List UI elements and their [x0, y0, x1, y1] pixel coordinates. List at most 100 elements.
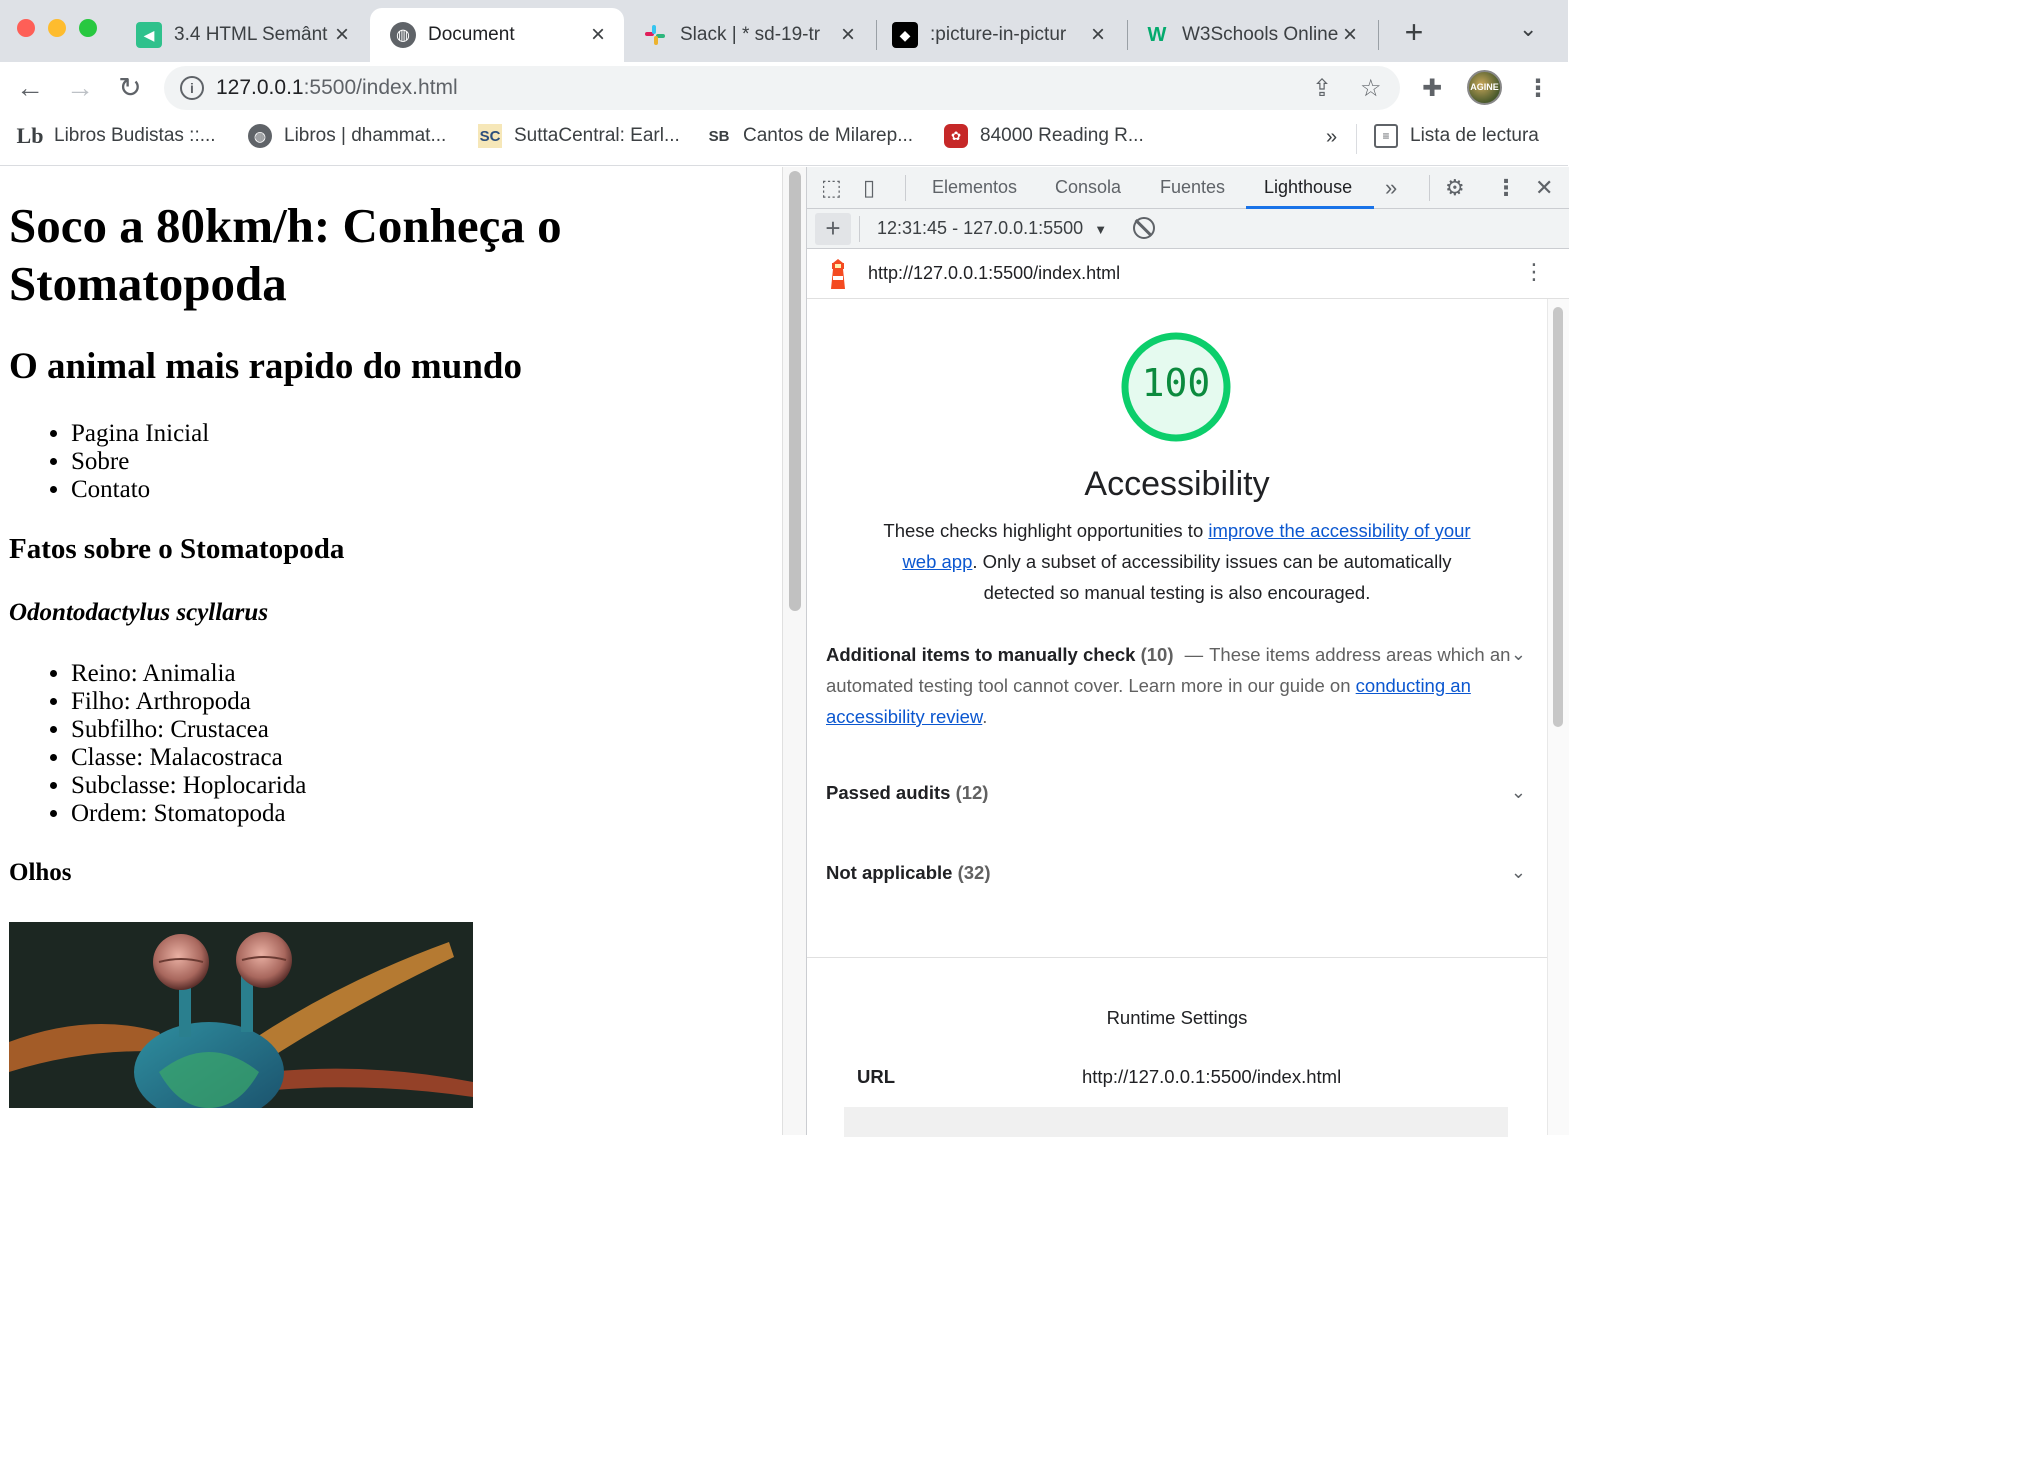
- page-title: Soco a 80km/h: Conheça o Stomatopoda: [9, 198, 562, 311]
- bookmarks-divider: [1356, 124, 1357, 154]
- forward-arrow-icon[interactable]: →: [64, 72, 96, 104]
- bookmark-item[interactable]: ◍ Libros | dhammat...: [248, 124, 446, 148]
- lighthouse-logo-icon: [831, 259, 845, 289]
- bookmark-item[interactable]: Lb Libros Budistas ::...: [16, 123, 216, 148]
- report-menu-icon[interactable]: ⋮: [1523, 259, 1545, 285]
- species-name: Odontodactylus scyllarus: [9, 599, 269, 626]
- browser-tab-active[interactable]: ◍ Document ×: [370, 8, 624, 62]
- browser-menu-icon[interactable]: ⋮: [1526, 74, 1550, 103]
- bookmark-label: SuttaCentral: Earl...: [514, 125, 680, 146]
- tab-elements[interactable]: Elementos: [932, 177, 1017, 198]
- report-scrollbar[interactable]: [1547, 299, 1569, 1135]
- chevron-down-icon[interactable]: ⌄: [1511, 782, 1526, 803]
- profile-avatar[interactable]: AGINE: [1467, 70, 1502, 105]
- chevron-down-icon[interactable]: ⌄: [1511, 862, 1526, 883]
- not-applicable-group[interactable]: Not applicable (32) ⌄: [826, 862, 1526, 884]
- group-title: Not applicable: [826, 862, 953, 883]
- lighthouse-report-bar: + 12:31:45 - 127.0.0.1:5500 ▼: [807, 209, 1569, 249]
- github-icon: ◆: [892, 22, 918, 48]
- eyes-heading: Olhos: [9, 859, 72, 886]
- page-viewport: Soco a 80km/h: Conheça o Stomatopoda O a…: [0, 167, 786, 1135]
- list-item: Classe: Malacostraca: [71, 744, 306, 772]
- new-tab-button[interactable]: +: [1397, 14, 1431, 51]
- lb-icon: Lb: [16, 123, 44, 148]
- page-scrollbar[interactable]: [782, 167, 806, 1135]
- toolbar-divider: [905, 175, 906, 201]
- accessibility-score: 100: [1141, 361, 1211, 405]
- lighthouse-url-bar: http://127.0.0.1:5500/index.html ⋮: [807, 249, 1569, 299]
- tab-strip: ◀ 3.4 HTML Semânt × ◍ Document × Slack |…: [0, 0, 1568, 62]
- section-divider: [807, 957, 1547, 958]
- extensions-puzzle-icon[interactable]: ✚: [1422, 74, 1442, 103]
- category-description: These checks highlight opportunities to …: [867, 515, 1487, 608]
- lighthouse-report: 100 Accessibility These checks highlight…: [807, 299, 1547, 1137]
- device-toolbar-icon[interactable]: ▯: [863, 175, 875, 201]
- reading-list-button[interactable]: ≡ Lista de lectura: [1374, 124, 1539, 148]
- list-item: Pagina Inicial: [71, 420, 209, 448]
- address-bar[interactable]: i 127.0.0.1:5500/index.html ⇪ ☆: [164, 66, 1400, 110]
- report-scrollbar-thumb[interactable]: [1553, 307, 1563, 727]
- reload-icon[interactable]: ↻: [114, 72, 146, 104]
- more-tabs-icon[interactable]: »: [1385, 175, 1397, 201]
- site-info-icon[interactable]: i: [180, 76, 204, 100]
- devtools-tabbar: ⬚ ▯ Elementos Consola Fuentes Lighthouse…: [807, 167, 1569, 209]
- tab-divider: [1378, 20, 1379, 50]
- close-devtools-icon[interactable]: ✕: [1535, 175, 1553, 201]
- url-host: 127.0.0.1: [216, 76, 304, 99]
- inspect-element-icon[interactable]: ⬚: [821, 175, 842, 201]
- maximize-window-button[interactable]: [79, 19, 97, 37]
- back-arrow-icon[interactable]: ←: [14, 72, 46, 104]
- bookmark-label: Cantos de Milarep...: [743, 125, 914, 146]
- close-tab-icon[interactable]: ×: [330, 21, 354, 49]
- minimize-window-button[interactable]: [48, 19, 66, 37]
- page-scrollbar-thumb[interactable]: [789, 171, 801, 611]
- group-title: Additional items to manually check: [826, 644, 1136, 665]
- bookmark-item[interactable]: SB Cantos de Milarep...: [707, 124, 913, 148]
- address-url[interactable]: 127.0.0.1:5500/index.html: [216, 76, 458, 100]
- close-tab-icon[interactable]: ×: [1338, 21, 1362, 49]
- slack-icon: [642, 22, 668, 48]
- new-report-button[interactable]: +: [815, 213, 851, 245]
- group-count: (32): [957, 862, 991, 883]
- tab-sources[interactable]: Fuentes: [1160, 177, 1225, 198]
- list-item: Reino: Animalia: [71, 660, 306, 688]
- group-count: (12): [955, 782, 989, 803]
- bookmark-item[interactable]: SC SuttaCentral: Earl...: [478, 124, 680, 148]
- bookmarks-overflow-button[interactable]: »: [1326, 126, 1337, 149]
- close-tab-icon[interactable]: ×: [836, 21, 860, 49]
- 84000-icon: ✿: [944, 124, 968, 148]
- close-tab-icon[interactable]: ×: [1086, 21, 1110, 49]
- devtools-menu-icon[interactable]: ⋮: [1495, 175, 1517, 201]
- report-select[interactable]: 12:31:45 - 127.0.0.1:5500 ▼: [877, 218, 1107, 239]
- manual-checks-group[interactable]: Additional items to manually check (10) …: [826, 639, 1526, 732]
- browser-tab[interactable]: W W3Schools Online ×: [1124, 8, 1376, 62]
- sc-icon: SC: [478, 124, 502, 148]
- runtime-settings-title: Runtime Settings: [1106, 1007, 1248, 1028]
- bookmark-star-icon[interactable]: ☆: [1360, 74, 1382, 103]
- tab-title: :picture-in-pictur: [930, 24, 1067, 45]
- passed-audits-group[interactable]: Passed audits (12) ⌄: [826, 782, 1526, 804]
- mantis-shrimp-image: [9, 922, 473, 1108]
- browser-tab[interactable]: ◀ 3.4 HTML Semânt ×: [116, 8, 368, 62]
- list-item: Subclasse: Hoplocarida: [71, 772, 306, 800]
- bookmark-item[interactable]: ✿ 84000 Reading R...: [944, 124, 1144, 148]
- browser-tab[interactable]: Slack | * sd-19-tr ×: [622, 8, 874, 62]
- reading-list-icon: ≡: [1374, 124, 1398, 148]
- close-tab-icon[interactable]: ×: [586, 21, 610, 49]
- globe-icon: ◍: [248, 124, 272, 148]
- list-item: Subfilho: Crustacea: [71, 716, 306, 744]
- close-window-button[interactable]: [17, 19, 35, 37]
- browser-tab[interactable]: ◆ :picture-in-pictur ×: [872, 8, 1124, 62]
- clear-reports-icon[interactable]: [1133, 217, 1155, 239]
- chevron-down-icon[interactable]: ⌄: [1511, 639, 1526, 670]
- page-subtitle: O animal mais rapido do mundo: [9, 346, 522, 387]
- category-title: Accessibility: [1084, 465, 1270, 503]
- tab-search-chevron-icon[interactable]: ⌄: [1519, 16, 1537, 42]
- runtime-url-label: URL: [857, 1066, 896, 1087]
- settings-gear-icon[interactable]: ⚙: [1445, 175, 1465, 201]
- facts-heading: Fatos sobre o Stomatopoda: [9, 533, 345, 565]
- tab-lighthouse[interactable]: Lighthouse: [1264, 177, 1352, 198]
- group-title: Passed audits: [826, 782, 951, 803]
- tab-console[interactable]: Consola: [1055, 177, 1121, 198]
- share-icon[interactable]: ⇪: [1312, 74, 1332, 103]
